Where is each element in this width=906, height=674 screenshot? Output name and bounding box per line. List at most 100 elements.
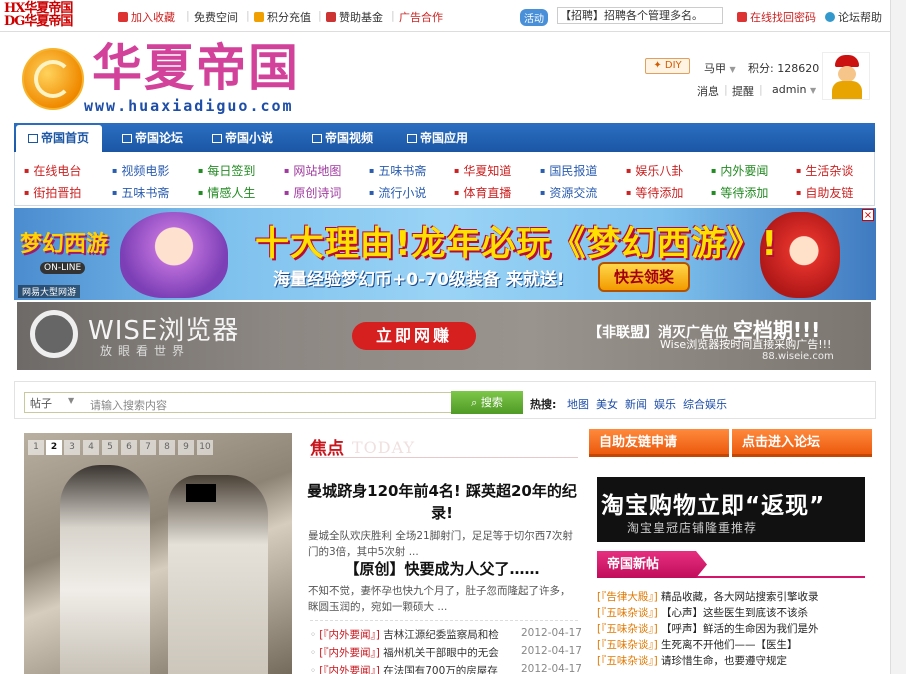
hot-search-link[interactable]: 新闻 (625, 396, 647, 412)
subnav-link[interactable]: 自助友链 (796, 184, 853, 201)
close-icon[interactable]: × (862, 209, 874, 221)
focus-headline[interactable]: 【原创】快要成为人父了…… (306, 558, 578, 580)
slide-page[interactable]: 8 (159, 440, 175, 455)
hot-search-link[interactable]: 美女 (596, 396, 618, 412)
slide-page[interactable]: 4 (83, 440, 99, 455)
points-display: 积分: 128620 (748, 62, 820, 75)
divider: | (759, 83, 763, 96)
enter-forum-button[interactable]: 点击进入论坛 (732, 429, 872, 457)
ad-cooperation-link[interactable]: 广告合作 (399, 9, 443, 25)
banner-footer: 网易大型网游 (18, 285, 81, 298)
tab-forum[interactable]: 帝国论坛 (118, 125, 183, 152)
hot-search-link[interactable]: 综合娱乐 (683, 396, 727, 412)
ad-slot-url[interactable]: 88.wiseie.com (762, 351, 834, 362)
ad-slot-sub: Wise浏览器按时间直接采购广告!!! (660, 338, 832, 351)
subnav-link[interactable]: 等待添加 (626, 184, 683, 201)
slide-page[interactable]: 10 (197, 440, 213, 455)
post-item[interactable]: [『告律大殿』] 精品收藏，各大网站搜索引擎收录 (597, 589, 867, 604)
subnav-link[interactable]: 情感人生 (198, 184, 255, 201)
tab-apps[interactable]: 帝国应用 (403, 125, 468, 152)
claim-reward-button[interactable]: 快去领奖 (598, 262, 690, 292)
banner-subline: 海量经验梦幻币+0-70级装备 来就送! (273, 270, 565, 290)
messages-link[interactable]: 消息 (697, 83, 719, 99)
subnav-link[interactable]: 网站地图 (284, 162, 341, 179)
notice-ticker[interactable]: 【招聘】招聘各个管理多名。 (557, 7, 723, 24)
post-item[interactable]: [『五味杂谈』] 生死离不开他们——【医生】 (597, 637, 867, 652)
recover-password-link[interactable]: 在线找回密码 (737, 9, 816, 25)
banner-character (120, 212, 228, 298)
divider: | (391, 9, 395, 22)
subnav-link[interactable]: 内外要闻 (711, 162, 768, 179)
subnav-link[interactable]: 五味书斋 (369, 162, 426, 179)
site-logo-text[interactable]: 华夏帝国 (92, 40, 300, 96)
subnav-link[interactable]: 资源交流 (540, 184, 597, 201)
divider: | (318, 9, 322, 22)
chevron-down-icon: ▼ (809, 86, 817, 95)
gift-icon (326, 12, 336, 22)
post-item[interactable]: [『五味杂谈』] 请珍惜生命，也要遵守规定 (597, 653, 867, 668)
recharge-link[interactable]: 积分充值 (254, 9, 311, 25)
subnav-link[interactable]: 娱乐八卦 (626, 162, 683, 179)
diy-button[interactable]: ✦ DIY (645, 58, 690, 74)
search-input[interactable] (24, 392, 452, 413)
mini-logo[interactable]: HX华夏帝国 DG华夏帝国 (4, 2, 73, 28)
slide-page[interactable]: 7 (140, 440, 156, 455)
slide-page[interactable]: 1 (28, 440, 44, 455)
news-item[interactable]: [『内外要闻』] 吉林江源纪委监察局和检2012-04-17 (310, 627, 582, 642)
browser-slogan: 放眼看世界 (100, 344, 191, 358)
focus-headline[interactable]: 曼城跻身120年前4名! 踩英超20年的纪录! (306, 480, 578, 524)
news-item[interactable]: [『内外要闻』] 福州机关干部眼中的无会2012-04-17 (310, 645, 582, 660)
subnav-link[interactable]: 华夏知道 (454, 162, 511, 179)
subnav-link[interactable]: 在线电台 (24, 162, 81, 179)
subnav-link[interactable]: 五味书斋 (112, 184, 169, 201)
page-scrollbar[interactable] (890, 0, 906, 674)
focus-summary: 曼城全队欢庆胜利 全场21脚射门，足足等于切尔西7次射门的3倍，其中5次射 ..… (308, 530, 573, 558)
forum-help-link[interactable]: 论坛帮助 (825, 9, 882, 25)
search-button[interactable]: ⌕ 搜索 (451, 391, 523, 414)
free-space-link[interactable]: 免费空间 (194, 9, 238, 25)
sponsor-link[interactable]: 赞助基金 (326, 9, 383, 25)
subnav-link[interactable]: 街拍晋拍 (24, 184, 81, 201)
chevron-down-icon[interactable]: ▼ (68, 396, 74, 405)
subnav-link[interactable]: 等待添加 (711, 184, 768, 201)
window-icon (122, 134, 132, 143)
username-menu[interactable]: 马甲 ▼ (704, 60, 736, 76)
subnav-link[interactable]: 生活杂谈 (796, 162, 853, 179)
post-item[interactable]: [『五味杂谈』] 【心声】这些医生到底该不该杀 (597, 605, 867, 620)
earn-now-button[interactable]: 立即网赚 (352, 322, 476, 350)
tab-video[interactable]: 帝国视频 (308, 125, 373, 152)
search-placeholder: 请输入搜索内容 (90, 399, 167, 412)
post-item[interactable]: [『五味杂谈』] 【呼声】鲜活的生命因为我们是外 (597, 621, 867, 636)
hot-search-link[interactable]: 地图 (567, 396, 589, 412)
slide-page[interactable]: 9 (178, 440, 194, 455)
bookmark-icon (118, 12, 128, 22)
slide-page[interactable]: 6 (121, 440, 137, 455)
subnav-link[interactable]: 视频电影 (112, 162, 169, 179)
dragon-icon (34, 60, 72, 98)
reminders-link[interactable]: 提醒 (732, 83, 754, 99)
subnav-link[interactable]: 流行小说 (369, 184, 426, 201)
subnav-link[interactable]: 每日签到 (198, 162, 255, 179)
subnav-link[interactable]: 原创诗词 (284, 184, 341, 201)
avatar[interactable] (822, 52, 870, 100)
slide-page-active[interactable]: 2 (46, 440, 62, 455)
taobao-ad-sub: 淘宝皇冠店铺隆重推荐 (627, 521, 758, 535)
add-favorite-link[interactable]: 加入收藏 (118, 9, 175, 25)
search-type-select[interactable]: 帖子 (30, 395, 52, 411)
game-logo-sub: ON-LINE (40, 262, 86, 274)
tab-home[interactable]: 帝国首页 (24, 125, 89, 152)
news-item[interactable]: [『内外要闻』] 在法国有700万的房屋存2012-04-17 (310, 663, 582, 674)
focus-title-en: TODAY (352, 438, 416, 457)
photo-figure (60, 465, 150, 674)
banner-headline: 十大理由!龙年必玩《梦幻西游》! (255, 224, 779, 264)
subnav-link[interactable]: 国民报道 (540, 162, 597, 179)
browser-logo-icon (30, 310, 78, 358)
slide-page[interactable]: 5 (102, 440, 118, 455)
hot-search-link[interactable]: 娱乐 (654, 396, 676, 412)
window-icon (312, 134, 322, 143)
subnav-link[interactable]: 体育直播 (454, 184, 511, 201)
admin-menu[interactable]: admin ▼ (772, 83, 816, 96)
friend-link-apply-button[interactable]: 自助友链申请 (589, 429, 729, 457)
tab-novel[interactable]: 帝国小说 (208, 125, 273, 152)
slide-page[interactable]: 3 (64, 440, 80, 455)
